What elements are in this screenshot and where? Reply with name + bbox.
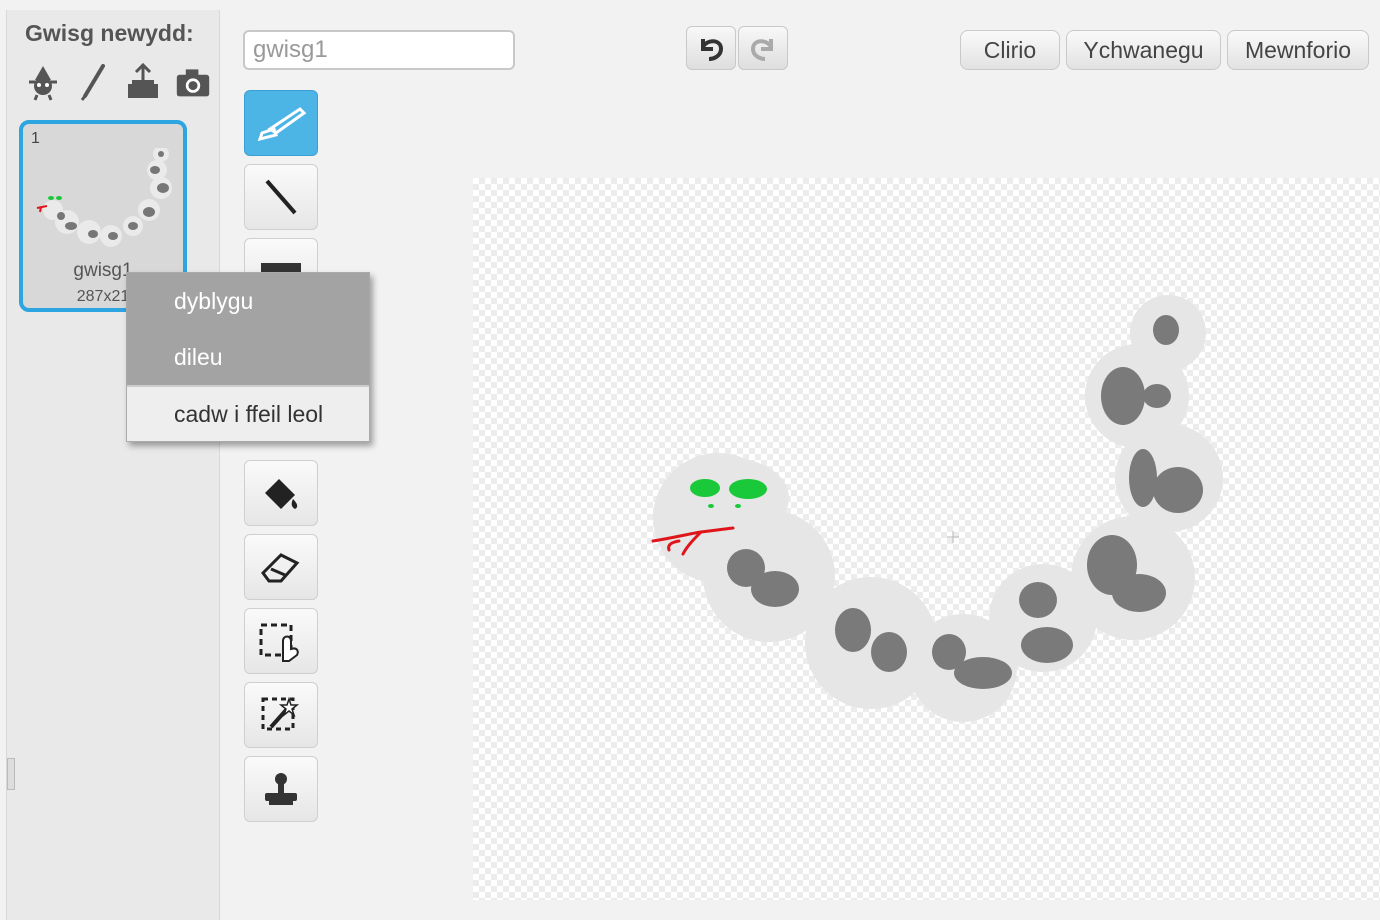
add-button[interactable]: Ychwanegu (1066, 30, 1221, 70)
drawing-canvas[interactable] (473, 178, 1380, 900)
camera-icon[interactable] (175, 62, 211, 102)
fill-icon (265, 479, 298, 509)
eraser-icon (261, 553, 300, 583)
redo-button[interactable] (738, 26, 788, 70)
sprite-library-icon[interactable] (25, 62, 61, 102)
costume-thumbnail-image (36, 148, 172, 247)
undo-button[interactable] (686, 26, 736, 70)
undo-icon (701, 39, 724, 61)
magic-select-tool[interactable] (244, 682, 318, 748)
select-tool[interactable] (244, 608, 318, 674)
eraser-tool[interactable] (244, 534, 318, 600)
line-icon (265, 179, 297, 215)
costume-context-menu: dyblygu dileu cadw i ffeil leol (126, 272, 370, 442)
paint-editor-root: Gwisg newydd: 1 gwisg1 287x21 gwisg1 Cli… (0, 0, 1380, 920)
brush-icon (257, 107, 307, 142)
menu-item-save-local[interactable]: cadw i ffeil leol (127, 387, 369, 441)
pane-collapse-handle[interactable] (7, 758, 15, 790)
clear-button[interactable]: Clirio (960, 30, 1060, 70)
upload-icon[interactable] (125, 62, 161, 102)
new-costume-icons (25, 62, 211, 102)
fill-tool[interactable] (244, 460, 318, 526)
select-icon (259, 623, 299, 662)
stamp-icon (265, 773, 297, 805)
menu-item-delete[interactable]: dileu (127, 329, 369, 385)
import-button[interactable]: Mewnforio (1227, 30, 1369, 70)
redo-icon (750, 39, 773, 61)
paint-icon[interactable] (75, 62, 111, 102)
costume-number: 1 (31, 130, 40, 147)
menu-item-duplicate[interactable]: dyblygu (127, 273, 369, 329)
line-tool[interactable] (244, 164, 318, 230)
paint-editor: Clirio Ychwanegu Mewnforio (221, 10, 1380, 920)
costume-name-field[interactable] (243, 30, 515, 70)
stamp-tool[interactable] (244, 756, 318, 822)
costume-pane: Gwisg newydd: 1 gwisg1 287x21 (6, 10, 220, 920)
brush-tool[interactable] (244, 90, 318, 156)
magic-select-icon (261, 696, 300, 731)
snake-drawing (651, 295, 1223, 722)
new-costume-label: Gwisg newydd: (25, 20, 194, 46)
